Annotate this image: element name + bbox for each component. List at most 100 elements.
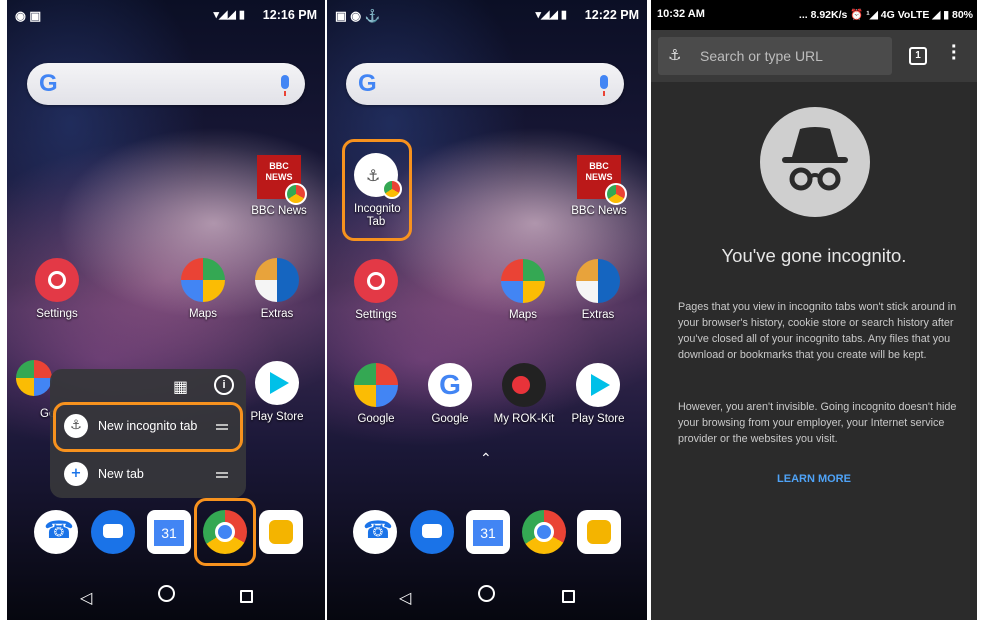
highlight-incognito-shortcut: [342, 139, 412, 241]
mic-icon[interactable]: [281, 75, 289, 96]
signal-icons: ▾◢◢ ▮: [213, 9, 245, 21]
bbc-news-icon: BBC NEWS: [577, 155, 627, 205]
play-store-icon: [576, 363, 620, 407]
app-label: BBC News: [251, 205, 307, 217]
search-placeholder: Search or type URL: [700, 48, 823, 64]
google-search-bar[interactable]: G: [27, 63, 305, 105]
toolbar: ⚓ Search or type URL 1 · · ·: [651, 30, 977, 82]
home-screen-2: ▣ ◉ ⚓ 12:22 PM ▾◢◢ ▮ G ⚓ Incognito Tab B…: [327, 0, 647, 620]
chrome-incognito-page: 10:32 AM ... 8.92K/s ⏰ ¹◢ 4G VoLTE ◢ ▮ 8…: [651, 0, 977, 620]
status-bar: ▣ ◉ ⚓ 12:22 PM ▾◢◢ ▮: [327, 0, 647, 30]
app-label: Extras: [581, 309, 615, 321]
recents-nav-icon[interactable]: [240, 590, 253, 603]
status-bar: ◉ ▣ 12:16 PM ▾◢◢ ▮: [7, 0, 325, 30]
app-label: Google: [431, 413, 469, 425]
chrome-app-icon[interactable]: [522, 510, 566, 554]
incognito-icon: ⚓: [668, 46, 682, 64]
google-logo-icon: G: [358, 70, 377, 97]
widgets-icon[interactable]: ▦: [173, 377, 188, 396]
status-time: 10:32 AM: [657, 8, 705, 20]
app-maps[interactable]: Maps: [168, 258, 238, 320]
extras-folder-icon: [255, 258, 299, 302]
app-label: BBC News: [571, 205, 627, 217]
maps-icon: [501, 259, 545, 303]
chrome-badge-icon: [605, 183, 627, 205]
play-store-icon: [255, 361, 299, 405]
incognito-description-2: However, you aren't invisible. Going inc…: [678, 401, 957, 445]
app-play-store[interactable]: Play Store: [242, 361, 312, 423]
google-search-bar[interactable]: G: [346, 63, 624, 105]
phone-app-icon[interactable]: [34, 510, 78, 554]
calendar-app-icon[interactable]: 31: [466, 510, 510, 554]
status-bar: 10:32 AM ... 8.92K/s ⏰ ¹◢ 4G VoLTE ◢ ▮ 8…: [651, 0, 977, 30]
camera-app-icon[interactable]: [259, 510, 303, 554]
app-settings[interactable]: Settings: [22, 258, 92, 320]
app-label: Settings: [36, 308, 78, 320]
back-nav-icon[interactable]: ◁: [399, 588, 411, 608]
app-label: Google: [357, 413, 395, 425]
app-maps[interactable]: Maps: [488, 259, 558, 321]
calendar-date: 31: [473, 520, 503, 546]
app-label: Maps: [508, 309, 538, 321]
app-label: Settings: [355, 309, 397, 321]
app-label: Play Store: [250, 411, 304, 423]
tab-switcher-button[interactable]: 1: [909, 47, 927, 65]
google-folder-icon: [16, 360, 52, 396]
messages-app-icon[interactable]: [91, 510, 135, 554]
signal-icons: ▾◢◢ ▮: [535, 9, 567, 21]
app-bbc-news[interactable]: BBC NEWS BBC News: [244, 155, 314, 217]
home-nav-icon[interactable]: [478, 585, 495, 602]
search-url-input[interactable]: ⚓ Search or type URL: [658, 37, 892, 75]
back-nav-icon[interactable]: ◁: [80, 588, 92, 608]
new-tab-item[interactable]: + New tab: [60, 454, 236, 494]
bbc-news-icon: BBC NEWS: [257, 155, 307, 205]
app-google-folder[interactable]: Google: [341, 363, 411, 425]
chrome-badge-icon: [285, 183, 307, 205]
settings-gear-icon: [35, 258, 79, 302]
app-label: Play Store: [571, 413, 625, 425]
calendar-app-icon[interactable]: 31: [147, 510, 191, 554]
app-google[interactable]: G Google: [415, 363, 485, 425]
maps-icon: [181, 258, 225, 302]
learn-more-link[interactable]: LEARN MORE: [651, 473, 977, 485]
app-label: Maps: [188, 308, 218, 320]
incognito-spy-icon: [760, 107, 870, 217]
app-extras[interactable]: Extras: [563, 259, 633, 321]
settings-gear-icon: [354, 259, 398, 303]
app-label: My ROK-Kit: [493, 413, 555, 425]
phone-app-icon[interactable]: [353, 510, 397, 554]
google-folder-icon: [354, 363, 398, 407]
status-time: 12:16 PM: [262, 8, 317, 22]
incognito-description-1: Pages that you view in incognito tabs wo…: [678, 301, 957, 361]
home-nav-icon[interactable]: [158, 585, 175, 602]
recents-nav-icon[interactable]: [562, 590, 575, 603]
drag-handle-icon[interactable]: [216, 472, 228, 474]
calendar-date: 31: [154, 520, 184, 546]
google-logo-icon: G: [39, 70, 58, 97]
menu-item-label: New tab: [98, 467, 144, 481]
highlight-chrome-icon: [194, 498, 256, 566]
plus-icon: +: [64, 462, 88, 486]
camera-app-icon[interactable]: [577, 510, 621, 554]
menu-icon[interactable]: · · ·: [951, 37, 958, 69]
notification-icons: ▣ ◉ ⚓: [335, 9, 381, 23]
home-screen-1: ◉ ▣ 12:16 PM ▾◢◢ ▮ G BBC NEWS BBC News Se…: [7, 0, 325, 620]
app-extras[interactable]: Extras: [242, 258, 312, 320]
app-drawer-chevron-icon[interactable]: ⌃: [480, 450, 492, 467]
app-settings[interactable]: Settings: [341, 259, 411, 321]
app-play-store[interactable]: Play Store: [563, 363, 633, 425]
app-info-icon[interactable]: i: [214, 375, 234, 395]
status-time: 12:22 PM: [584, 8, 639, 22]
status-indicators: ... 8.92K/s ⏰ ¹◢ 4G VoLTE ◢ ▮ 80%: [798, 9, 973, 21]
notification-icons: ◉ ▣: [15, 9, 42, 23]
highlight-incognito-item: [53, 402, 243, 452]
app-bbc-news[interactable]: BBC NEWS BBC News: [564, 155, 634, 217]
google-app-icon: G: [428, 363, 472, 407]
incognito-heading: You've gone incognito.: [721, 245, 907, 266]
messages-app-icon[interactable]: [410, 510, 454, 554]
extras-folder-icon: [576, 259, 620, 303]
app-label: Extras: [260, 308, 294, 320]
rok-kit-icon: [502, 363, 546, 407]
app-my-rok-kit[interactable]: My ROK-Kit: [489, 363, 559, 425]
mic-icon[interactable]: [600, 75, 608, 96]
